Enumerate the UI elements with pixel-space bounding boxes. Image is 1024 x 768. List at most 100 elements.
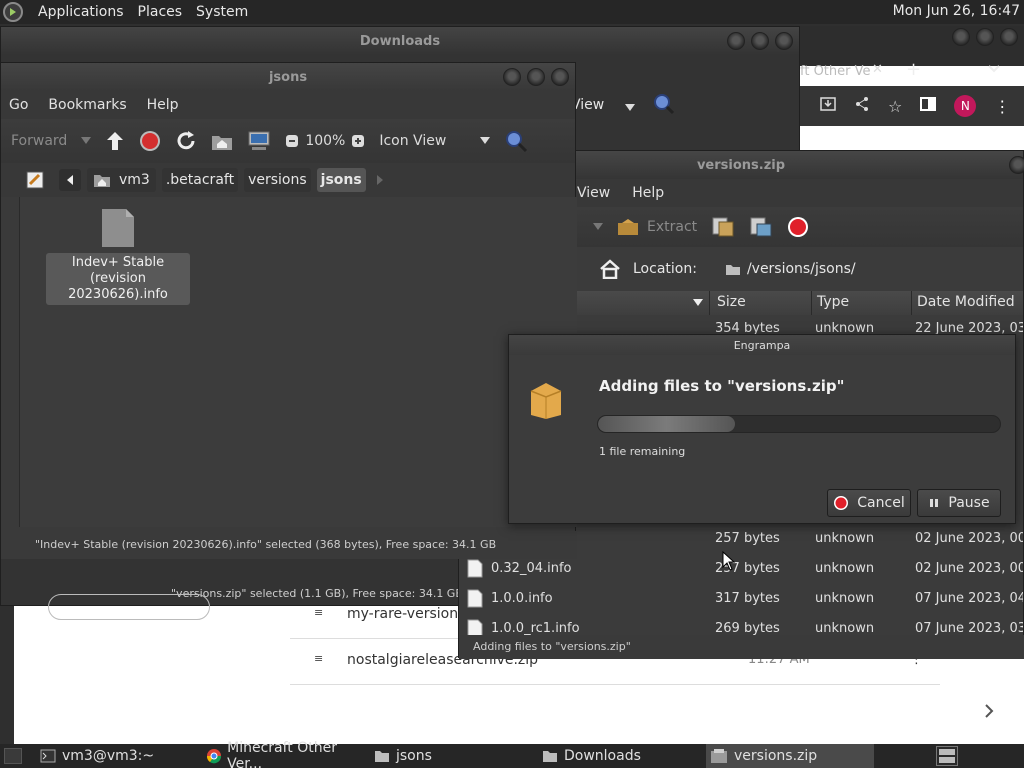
help-menu[interactable]: Help [147, 97, 179, 113]
remaining-label: 1 file remaining [599, 445, 686, 458]
table-row[interactable]: 1.0.0.info 317 bytes unknown 07 June 202… [459, 583, 1023, 613]
minimize-button[interactable] [503, 68, 521, 86]
chrome-tab-label[interactable]: ft Other Ve [800, 64, 871, 79]
stop-icon[interactable] [787, 216, 809, 238]
sort-arrow-icon[interactable] [693, 299, 703, 307]
zoom-out-icon[interactable] [285, 134, 299, 148]
taskbar-item-versions-zip[interactable]: versions.zip [706, 744, 874, 768]
jsons-titlebar[interactable]: jsons [1, 63, 575, 91]
chrome-window: ft Other Ve ✕ + ☆ N ⋮ [800, 26, 1024, 156]
forward-button[interactable]: Forward [11, 133, 67, 149]
taskbar-label: vm3@vm3:~ [62, 748, 155, 764]
taskbar-item-jsons[interactable]: jsons [374, 744, 534, 768]
maximize-button[interactable] [751, 32, 769, 50]
add-files-icon[interactable] [711, 216, 735, 238]
location-label: Location: [633, 261, 697, 277]
places-menu[interactable]: Places [138, 4, 183, 20]
jsons-status: "Indev+ Stable (revision 20230626).info"… [35, 538, 497, 551]
install-icon[interactable] [820, 97, 836, 115]
extract-label: Extract [647, 219, 698, 235]
bookmarks-menu[interactable]: Bookmarks [48, 97, 126, 113]
path-back-button[interactable] [59, 169, 81, 191]
new-tab-icon[interactable]: + [906, 59, 921, 80]
maximize-button[interactable] [527, 68, 545, 86]
search-icon[interactable] [653, 93, 675, 119]
view-dropdown-arrow-icon[interactable] [625, 101, 635, 116]
tab-close-icon[interactable]: ✕ [872, 62, 883, 77]
zoom-in-icon[interactable] [351, 134, 365, 148]
reload-icon[interactable] [175, 130, 197, 152]
computer-icon[interactable] [247, 130, 271, 152]
bookmark-star-icon[interactable]: ☆ [888, 97, 902, 116]
dialog-title: Engrampa [733, 338, 791, 352]
chrome-close-button[interactable] [1000, 28, 1018, 46]
taskbar-item-chrome[interactable]: Minecraft Other Ver... [206, 740, 368, 768]
dialog-titlebar[interactable]: Engrampa [509, 335, 1015, 355]
cancel-icon [834, 496, 849, 510]
file-type: unknown [815, 590, 875, 606]
breadcrumb-versions[interactable]: versions [244, 168, 311, 192]
close-button[interactable] [775, 32, 793, 50]
next-chevron-icon[interactable] [984, 704, 994, 722]
downloads-status: "versions.zip" selected (1.1 GB), Free s… [171, 587, 463, 600]
location-field[interactable]: /versions/jsons/ [725, 261, 856, 277]
archive-minimize-button[interactable] [1009, 156, 1024, 174]
type-column-header[interactable]: Type [817, 294, 849, 310]
path-forward-button[interactable] [372, 169, 388, 191]
downloads-titlebar[interactable]: Downloads [1, 27, 799, 55]
forward-dropdown-arrow-icon[interactable] [81, 137, 92, 145]
clock[interactable]: Mon Jun 26, 16:47 [893, 3, 1020, 19]
add-folder-icon[interactable] [749, 216, 773, 238]
zoom-control[interactable]: 100% [285, 133, 365, 149]
breadcrumb-betacraft[interactable]: .betacraft [161, 168, 239, 192]
view-menu[interactable]: View [577, 185, 610, 201]
search-icon[interactable] [504, 129, 528, 153]
progress-dialog: Engrampa Adding files to "versions.zip" … [508, 334, 1016, 524]
date-column-header[interactable]: Date Modified [917, 294, 1015, 310]
file-size: 317 bytes [715, 590, 780, 606]
go-menu[interactable]: Go [9, 97, 28, 113]
close-button[interactable] [551, 68, 569, 86]
edit-location-icon[interactable] [25, 170, 45, 190]
distro-logo-icon[interactable] [2, 1, 24, 23]
table-row[interactable]: 1.0.0_rc1.info 269 bytes unknown 07 June… [459, 613, 1023, 635]
chrome-icon [206, 749, 222, 764]
file-item[interactable]: Indev+ Stable (revision 20230626).info [46, 207, 190, 305]
up-arrow-icon[interactable] [105, 130, 125, 152]
show-desktop-button[interactable] [4, 748, 22, 764]
download-item-name[interactable]: my-rare-version- [347, 606, 463, 622]
home-icon[interactable] [599, 259, 621, 279]
applications-menu[interactable]: Applications [38, 4, 124, 20]
chrome-menu-icon[interactable]: ⋮ [994, 97, 1010, 116]
breadcrumb-label: versions [248, 172, 307, 188]
share-icon[interactable] [854, 96, 870, 116]
file-size: 257 bytes [715, 530, 780, 546]
cancel-button[interactable]: Cancel [827, 489, 911, 517]
breadcrumb-vm3[interactable]: vm3 [87, 168, 156, 192]
extract-button[interactable]: Extract [617, 218, 697, 236]
view-mode-select[interactable]: Icon View [379, 133, 491, 149]
taskbar-item-terminal[interactable]: vm3@vm3:~ [40, 744, 200, 768]
chrome-maximize-button[interactable] [976, 28, 994, 46]
home-folder-icon [94, 175, 110, 187]
stop-icon[interactable] [139, 130, 161, 152]
add-dropdown-arrow-icon[interactable] [593, 223, 603, 231]
file-date: 07 June 2023, 04:0 [915, 590, 1023, 606]
file-type: unknown [815, 560, 875, 576]
system-menu[interactable]: System [196, 4, 248, 20]
breadcrumb-jsons[interactable]: jsons [316, 168, 366, 192]
pause-button[interactable]: Pause [917, 489, 1001, 517]
workspace-switcher[interactable] [936, 746, 958, 766]
side-panel-icon[interactable] [920, 97, 937, 115]
taskbar-item-downloads[interactable]: Downloads [542, 744, 702, 768]
home-folder-icon[interactable] [211, 131, 233, 151]
profile-avatar[interactable]: N [954, 95, 977, 117]
size-column-header[interactable]: Size [717, 294, 746, 310]
tab-list-chevron-icon[interactable] [988, 62, 1000, 77]
cancel-label: Cancel [857, 495, 905, 511]
chrome-outline-button[interactable] [48, 594, 210, 620]
file-icon [467, 559, 483, 578]
minimize-button[interactable] [727, 32, 745, 50]
help-menu[interactable]: Help [632, 185, 664, 201]
chrome-minimize-button[interactable] [952, 28, 970, 46]
